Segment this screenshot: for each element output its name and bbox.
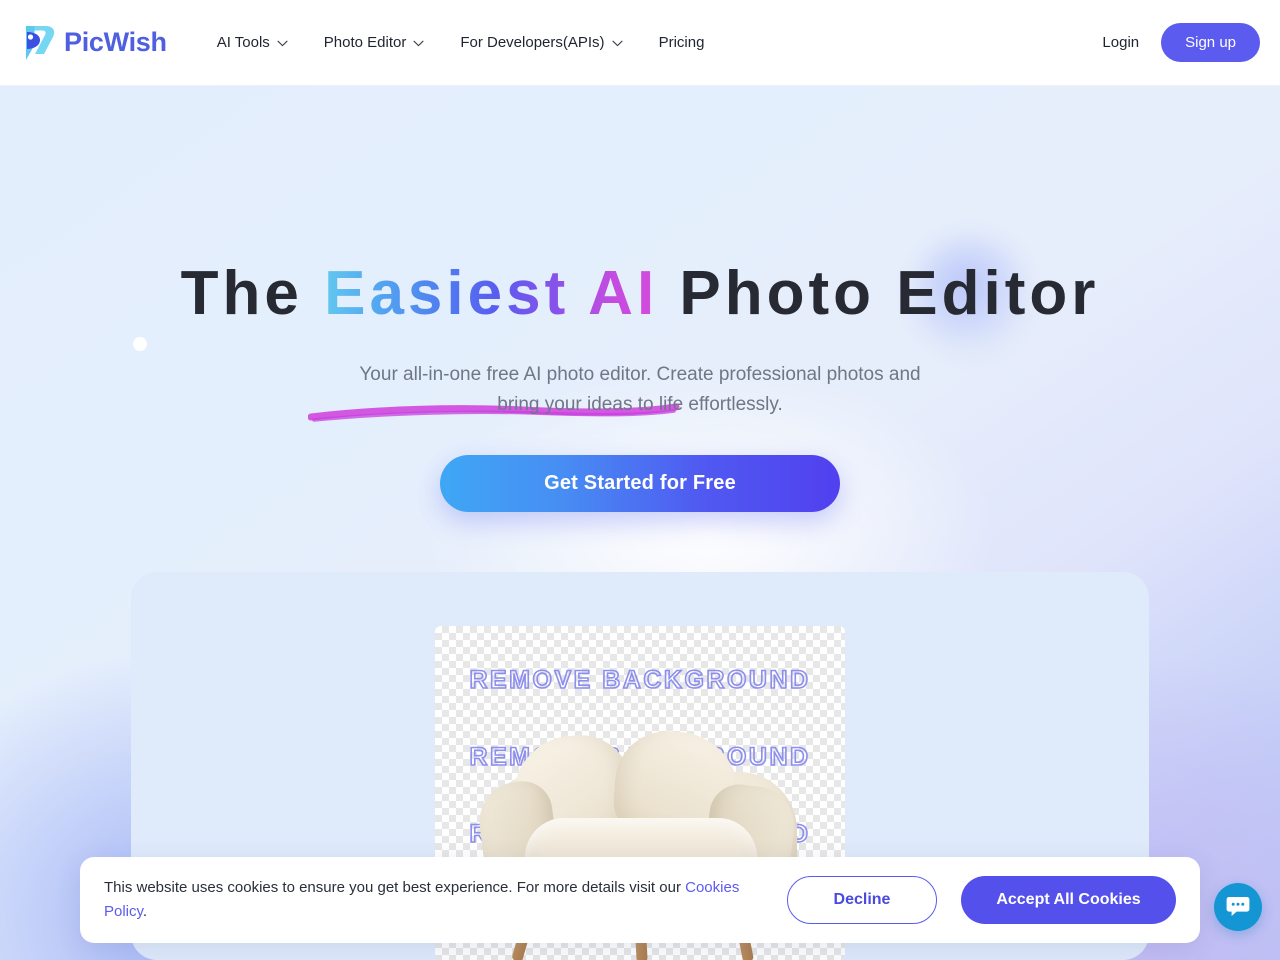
subtitle-line-2: bring your ideas to life effortlessly.	[497, 394, 783, 415]
cookie-message-suffix: .	[142, 903, 148, 920]
background-dot-decoration	[133, 337, 147, 351]
nav-item-ai-tools[interactable]: AI Tools	[199, 26, 306, 59]
hero-subtitle: Your all-in-one free AI photo editor. Cr…	[0, 360, 1280, 420]
decline-cookies-button[interactable]: Decline	[787, 876, 937, 924]
picwish-logo-icon	[20, 24, 56, 62]
nav-label: Photo Editor	[323, 34, 407, 51]
cookie-message: This website uses cookies to ensure you …	[104, 876, 764, 924]
cookie-consent-banner: This website uses cookies to ensure you …	[80, 857, 1200, 943]
page-title: The Easiest AI Photo Editor	[0, 258, 1280, 329]
nav-item-photo-editor[interactable]: Photo Editor	[306, 26, 443, 59]
chevron-down-icon	[413, 40, 424, 47]
nav-label: For Developers(APIs)	[460, 34, 605, 51]
logo[interactable]: PicWish	[20, 24, 167, 62]
chevron-down-icon	[612, 40, 623, 47]
chevron-down-icon	[277, 40, 288, 47]
chat-bubble-icon	[1225, 893, 1251, 922]
accept-all-cookies-button[interactable]: Accept All Cookies	[961, 876, 1176, 924]
title-highlight: Easiest AI	[324, 259, 659, 328]
chat-widget-button[interactable]	[1214, 883, 1262, 931]
main-navigation: AI Tools Photo Editor For Developers(API…	[199, 26, 723, 59]
cookie-actions: Decline Accept All Cookies	[787, 876, 1176, 924]
site-header: PicWish AI Tools Photo Editor For Develo…	[0, 0, 1280, 86]
logo-text: PicWish	[64, 27, 167, 57]
nav-label: AI Tools	[216, 34, 270, 51]
watermark-text: REMOVE BACKGROUND	[469, 665, 811, 695]
page-root: PicWish AI Tools Photo Editor For Develo…	[0, 0, 1280, 960]
nav-item-for-developers[interactable]: For Developers(APIs)	[442, 26, 640, 59]
signup-button[interactable]: Sign up	[1161, 23, 1260, 62]
title-part-1: The	[180, 259, 325, 328]
header-actions: Login Sign up	[1102, 23, 1260, 62]
nav-item-pricing[interactable]: Pricing	[641, 26, 723, 59]
title-part-2: Photo Editor	[658, 259, 1100, 328]
cookie-message-text: This website uses cookies to ensure you …	[104, 879, 686, 896]
subtitle-line-1: Your all-in-one free AI photo editor. Cr…	[359, 364, 921, 385]
login-link[interactable]: Login	[1102, 34, 1139, 51]
get-started-button[interactable]: Get Started for Free	[440, 455, 840, 512]
nav-label: Pricing	[658, 34, 705, 51]
